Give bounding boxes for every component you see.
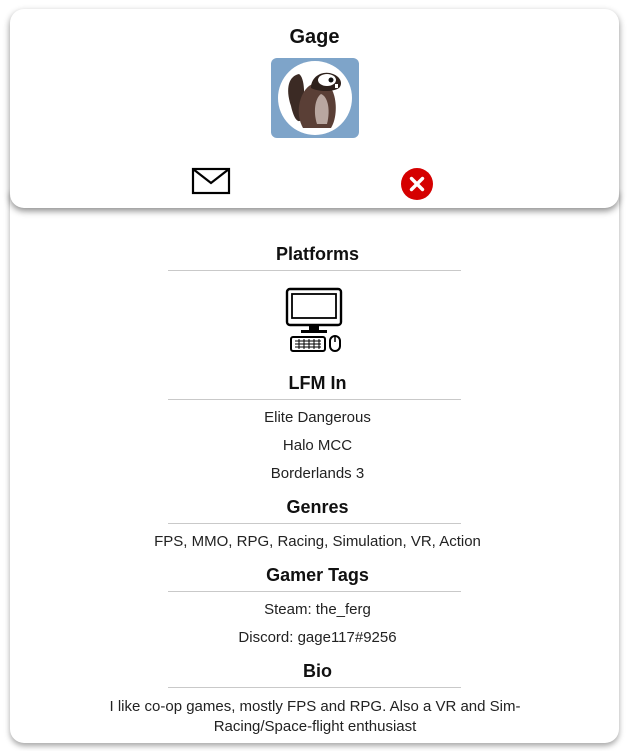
bio-heading: Bio: [303, 661, 332, 681]
envelope-icon: [191, 167, 231, 195]
gamer-tag-item: Steam: the_ferg: [264, 601, 371, 618]
close-button[interactable]: [401, 168, 433, 200]
genres-list: FPS, MMO, RPG, Racing, Simulation, VR, A…: [154, 533, 481, 550]
lfm-game-item: Borderlands 3: [270, 465, 365, 482]
divider: [168, 591, 461, 592]
lfm-game-item: Elite Dangerous: [264, 409, 371, 426]
lfm-game-item: Halo MCC: [282, 437, 353, 454]
lfm-heading: LFM In: [288, 373, 347, 393]
pc-icon: [285, 287, 345, 353]
divider: [168, 270, 461, 271]
bio-text: I like co-op games, mostly FPS and RPG. …: [109, 698, 521, 735]
platforms-heading: Platforms: [275, 244, 360, 264]
profile-header-card: Gage: [10, 9, 619, 208]
divider: [168, 687, 461, 688]
divider: [168, 399, 461, 400]
close-circle-icon: [401, 168, 433, 200]
beaver-avatar-icon: [271, 58, 359, 138]
profile-name: Gage: [289, 26, 340, 48]
genres-heading: Genres: [286, 497, 349, 517]
message-button[interactable]: [191, 167, 231, 195]
gamer-tags-heading: Gamer Tags: [266, 565, 369, 585]
gamer-tag-item: Discord: gage117#9256: [238, 629, 397, 646]
divider: [168, 523, 461, 524]
